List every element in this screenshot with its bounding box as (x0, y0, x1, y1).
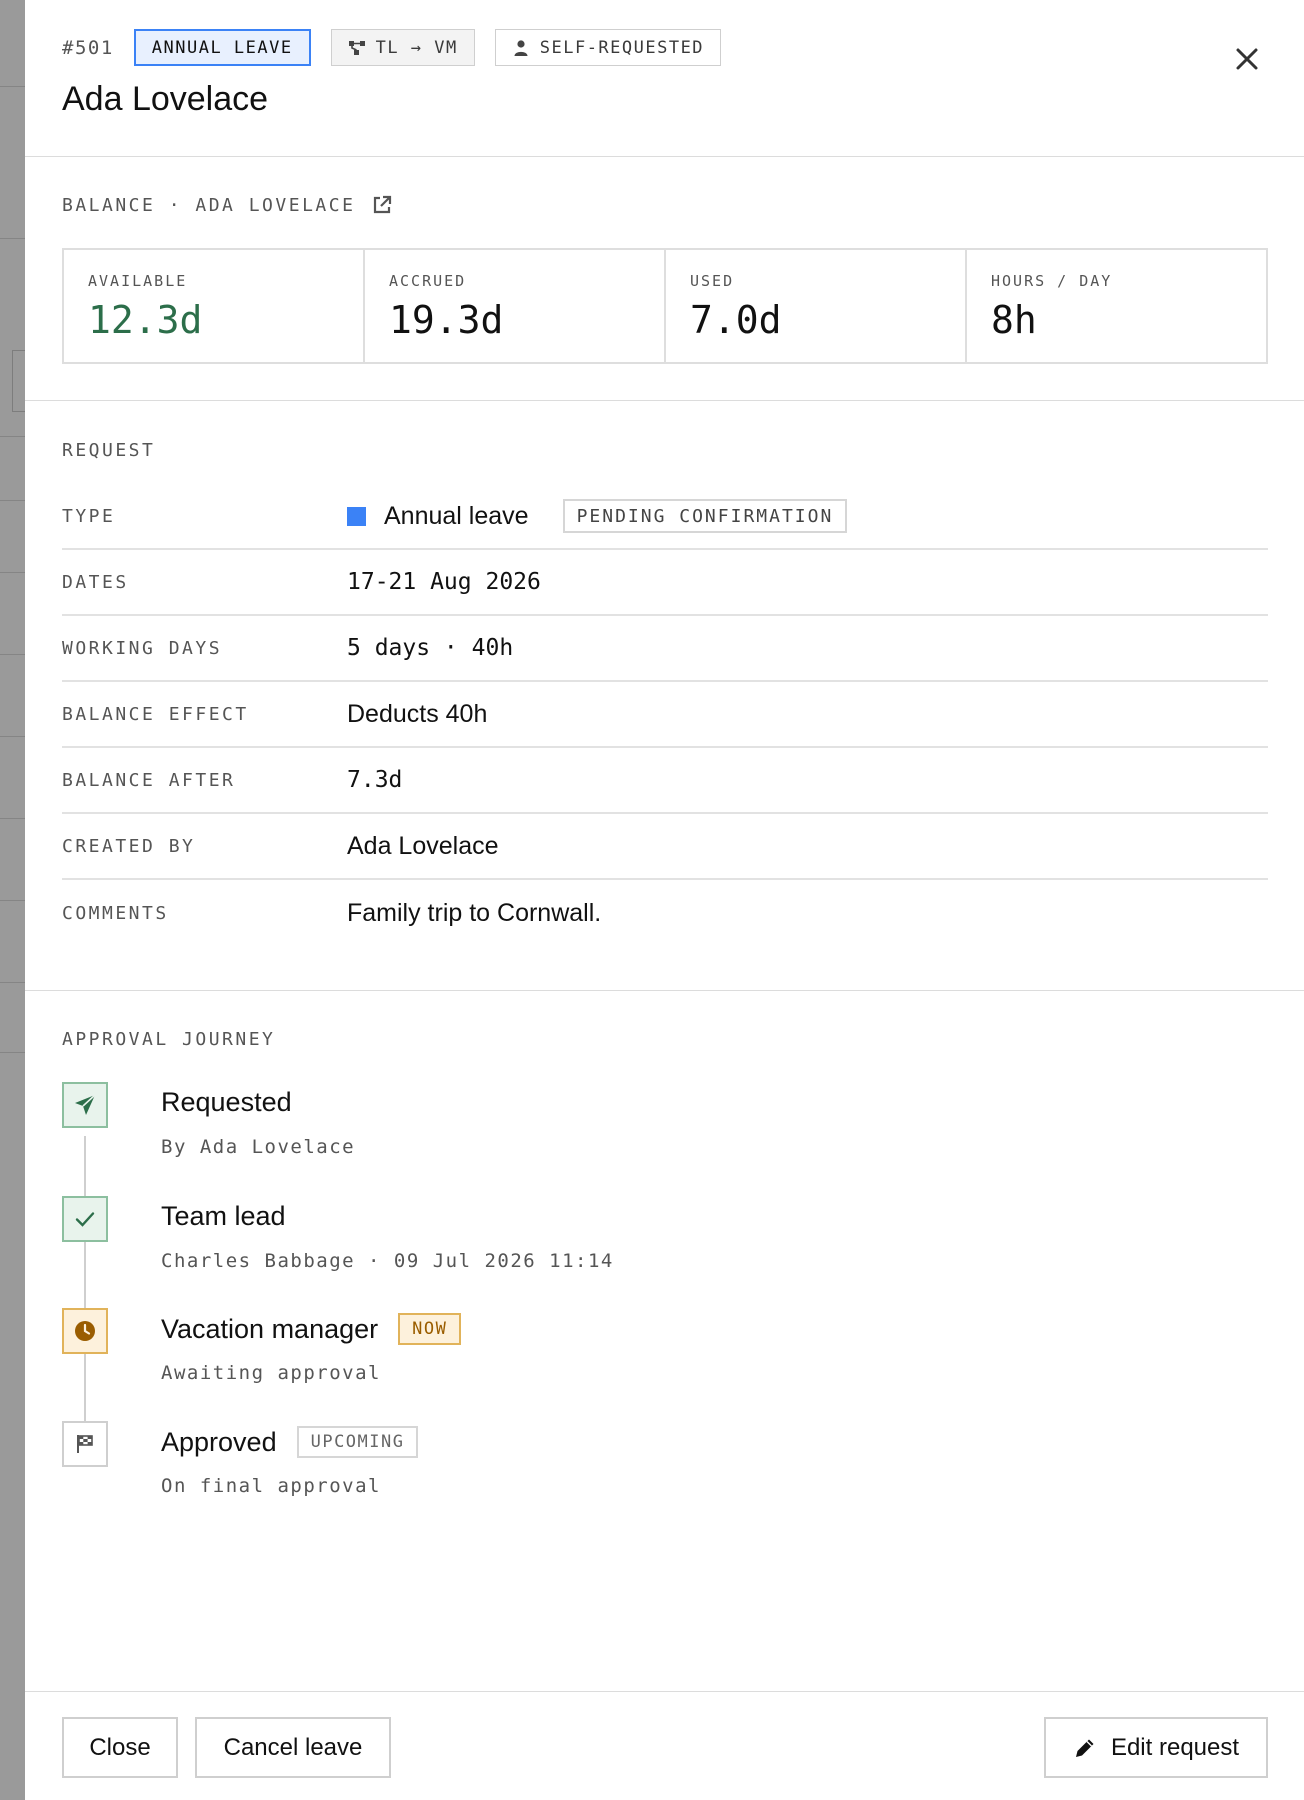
stat-label: ACCRUED (389, 272, 467, 290)
external-link-icon[interactable] (371, 194, 393, 216)
detail-label: WORKING DAYS (62, 637, 223, 659)
step-title: Team lead (161, 1201, 286, 1231)
employee-name: Ada Lovelace (62, 80, 269, 118)
balance-heading-label: BALANCE · ADA LOVELACE (62, 194, 356, 216)
background-divider (0, 818, 25, 819)
step-title: Approved UPCOMING (161, 1426, 419, 1458)
background-input (12, 350, 25, 412)
close-icon[interactable] (1232, 44, 1262, 74)
detail-value: 7.3d (347, 767, 403, 793)
person-icon (514, 39, 528, 56)
step-subtitle: Awaiting approval (161, 1362, 381, 1384)
leave-request-drawer: #501 ANNUAL LEAVE TL → VM SELF-REQUESTED (25, 0, 1304, 1800)
stat-value: 19.3d (389, 298, 504, 342)
detail-value: Family trip to Cornwall. (347, 898, 602, 927)
step-title-text: Approved (161, 1426, 277, 1457)
origin-chip: SELF-REQUESTED (494, 29, 722, 66)
leave-type-swatch (347, 506, 366, 526)
detail-row-working-days: WORKING DAYS 5 days · 40h (62, 616, 1268, 682)
step-status-icon (62, 1308, 108, 1354)
background-divider (0, 500, 25, 501)
detail-label: COMMENTS (62, 902, 169, 924)
leave-type-chip: ANNUAL LEAVE (133, 29, 311, 66)
stat-value: 7.0d (690, 298, 782, 342)
background-divider (0, 238, 25, 239)
detail-row-balance-effect: BALANCE EFFECT Deducts 40h (62, 682, 1268, 748)
stat-available: AVAILABLE 12.3d (64, 250, 365, 362)
stat-label: AVAILABLE (88, 272, 188, 290)
step-title-text: Vacation manager (161, 1313, 379, 1344)
detail-row-dates: DATES 17-21 Aug 2026 (62, 550, 1268, 616)
request-details: TYPE Annual leave PENDING CONFIRMATION D… (62, 484, 1268, 946)
detail-value: Deducts 40h (347, 699, 488, 728)
edit-request-button[interactable]: Edit request (1044, 1717, 1268, 1778)
edit-request-label: Edit request (1110, 1733, 1240, 1761)
step-title: Requested (161, 1087, 292, 1117)
background-divider (0, 982, 25, 983)
step-subtitle: On final approval (161, 1475, 381, 1497)
approval-flow-chip: TL → VM (330, 29, 475, 66)
detail-value: Ada Lovelace (347, 831, 499, 860)
pencil-icon (1075, 1739, 1094, 1757)
stat-used: USED 7.0d (666, 250, 967, 362)
step-title: Vacation manager NOW (161, 1313, 462, 1345)
close-button[interactable]: Close (62, 1717, 178, 1778)
approval-flow-label: TL → VM (375, 37, 458, 58)
request-heading: REQUEST (62, 440, 156, 461)
drawer-header: #501 ANNUAL LEAVE TL → VM SELF-REQUESTED (25, 0, 1304, 157)
detail-value: 17-21 Aug 2026 (347, 569, 541, 595)
request-id: #501 (62, 36, 114, 59)
stat-label: USED (690, 272, 735, 290)
background-divider (0, 900, 25, 901)
balance-heading: BALANCE · ADA LOVELACE (62, 194, 393, 216)
status-badge: PENDING CONFIRMATION (562, 499, 848, 533)
background-app (0, 0, 25, 1800)
step-subtitle: By Ada Lovelace (161, 1136, 356, 1158)
step-subtitle: Charles Babbage · 09 Jul 2026 11:14 (161, 1250, 614, 1272)
leave-type-value: Annual leave (384, 501, 529, 530)
flow-icon (348, 40, 365, 55)
check-icon (75, 1212, 95, 1227)
detail-row-balance-after: BALANCE AFTER 7.3d (62, 748, 1268, 814)
timeline-connector (84, 1136, 86, 1458)
clock-icon (75, 1321, 95, 1341)
step-status-icon (62, 1082, 108, 1128)
background-divider (0, 1052, 25, 1053)
stat-label: HOURS / DAY (991, 272, 1113, 290)
detail-label: BALANCE EFFECT (62, 703, 249, 725)
approval-journey-heading: APPROVAL JOURNEY (62, 1029, 276, 1050)
stat-hours-per-day: HOURS / DAY 8h (967, 250, 1266, 362)
header-chips: #501 ANNUAL LEAVE TL → VM SELF-REQUESTED (62, 29, 741, 66)
detail-value: 5 days · 40h (347, 635, 514, 661)
send-icon (75, 1094, 96, 1115)
background-divider (0, 572, 25, 573)
stat-value: 8h (991, 298, 1037, 342)
drawer-footer: Close Cancel leave Edit request (25, 1691, 1304, 1800)
upcoming-badge: UPCOMING (296, 1426, 419, 1458)
detail-row-type: TYPE Annual leave PENDING CONFIRMATION (62, 484, 1268, 550)
background-divider (0, 86, 25, 87)
stat-value: 12.3d (88, 298, 203, 342)
flag-icon (77, 1435, 93, 1453)
background-divider (0, 436, 25, 437)
stat-accrued: ACCRUED 19.3d (365, 250, 666, 362)
step-status-icon (62, 1196, 108, 1242)
background-divider (0, 736, 25, 737)
detail-row-created-by: CREATED BY Ada Lovelace (62, 814, 1268, 880)
balance-section: BALANCE · ADA LOVELACE AVAILABLE 12.3d A… (25, 157, 1304, 401)
origin-label: SELF-REQUESTED (539, 37, 705, 58)
detail-value: Annual leave PENDING CONFIRMATION (347, 499, 848, 533)
now-badge: NOW (398, 1313, 462, 1345)
detail-label: TYPE (62, 505, 116, 527)
detail-row-comments: COMMENTS Family trip to Cornwall. (62, 880, 1268, 946)
detail-label: CREATED BY (62, 835, 196, 857)
step-status-icon (62, 1421, 108, 1467)
background-divider (0, 654, 25, 655)
balance-stats: AVAILABLE 12.3d ACCRUED 19.3d USED 7.0d … (62, 248, 1268, 364)
cancel-leave-button[interactable]: Cancel leave (195, 1717, 391, 1778)
detail-label: BALANCE AFTER (62, 769, 236, 791)
request-section: REQUEST TYPE Annual leave PENDING CONFIR… (25, 401, 1304, 991)
detail-label: DATES (62, 571, 129, 593)
